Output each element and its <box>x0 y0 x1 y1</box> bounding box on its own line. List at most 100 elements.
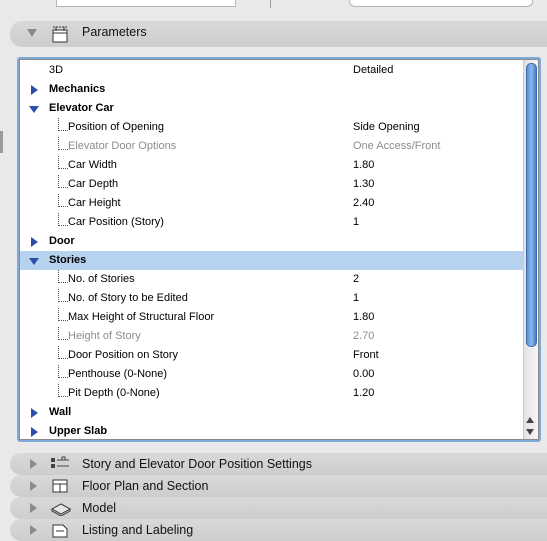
tree-connector <box>58 118 68 131</box>
tree-connector <box>58 270 68 283</box>
tree-connector <box>58 156 68 169</box>
top-popup-field[interactable] <box>349 0 533 7</box>
section-header-1[interactable]: Story and Elevator Door Position Setting… <box>10 453 547 475</box>
tree-connector <box>58 194 68 207</box>
tree-connector <box>58 289 68 302</box>
tree-connector <box>58 308 68 321</box>
scrollbar-thumb[interactable] <box>526 63 537 347</box>
section-header-4[interactable]: Listing and Labeling <box>10 519 547 541</box>
param-value[interactable]: 1.80 <box>353 159 374 171</box>
param-group-row[interactable]: Door <box>20 232 524 251</box>
param-row[interactable]: Penthouse (0-None) 0.00 <box>20 365 524 384</box>
param-row[interactable]: 3D Detailed <box>20 61 524 80</box>
param-name: Position of Opening <box>68 121 165 133</box>
param-row[interactable]: Max Height of Structural Floor 1.80 <box>20 308 524 327</box>
tree-connector <box>58 384 68 397</box>
listing-icon <box>50 522 68 538</box>
disclosure-closed-icon[interactable] <box>31 85 38 95</box>
tree-connector <box>58 327 68 340</box>
param-value[interactable]: Front <box>353 349 379 361</box>
param-name: No. of Stories <box>68 273 135 285</box>
param-name: Mechanics <box>49 83 106 95</box>
param-group-row[interactable]: Stories <box>20 251 524 270</box>
param-row[interactable]: No. of Stories 2 <box>20 270 524 289</box>
tree-connector <box>58 137 68 150</box>
expand-triangle-icon[interactable] <box>30 459 37 469</box>
param-value[interactable]: 1.20 <box>353 387 374 399</box>
param-group-row[interactable]: Upper Slab <box>20 422 524 439</box>
param-name: 3D <box>49 64 64 76</box>
disclosure-closed-icon[interactable] <box>31 427 38 437</box>
scroll-up-arrow-icon[interactable] <box>526 417 534 423</box>
story-settings-icon <box>50 456 69 472</box>
param-value[interactable]: 2.40 <box>353 197 374 209</box>
param-name: Car Position (Story) <box>68 216 164 228</box>
param-name: Penthouse (0-None) <box>68 368 168 380</box>
param-value[interactable]: 0.00 <box>353 368 374 380</box>
expand-triangle-icon[interactable] <box>30 481 37 491</box>
top-input-field[interactable] <box>56 0 236 7</box>
param-value[interactable]: 2 <box>353 273 359 285</box>
section-header-2[interactable]: Floor Plan and Section <box>10 475 547 497</box>
parameters-section-header[interactable]: Parameters <box>10 21 547 47</box>
param-name: Elevator Car <box>49 102 114 114</box>
param-name: Stories <box>49 254 87 266</box>
tree-connector <box>58 213 68 226</box>
param-row[interactable]: No. of Story to be Edited 1 <box>20 289 524 308</box>
parameters-title: Parameters <box>82 25 147 39</box>
model-icon <box>50 500 72 517</box>
param-name: Car Width <box>68 159 117 171</box>
section-title: Model <box>82 501 117 515</box>
param-value: 2.70 <box>353 330 375 342</box>
section-title: Listing and Labeling <box>82 523 194 537</box>
divider <box>270 0 271 8</box>
param-row[interactable]: Elevator Door Options One Access/Front <box>20 137 524 156</box>
section-title: Story and Elevator Door Position Setting… <box>82 457 312 471</box>
vertical-scrollbar[interactable] <box>523 60 538 439</box>
param-name: Height of Story <box>68 330 141 342</box>
param-name: Door Position on Story <box>68 349 179 361</box>
collapse-triangle-icon[interactable] <box>27 29 37 37</box>
param-group-row[interactable]: Wall <box>20 403 524 422</box>
section-title: Floor Plan and Section <box>82 479 209 493</box>
section-header-3[interactable]: Model <box>10 497 547 519</box>
param-name: Elevator Door Options <box>68 140 177 152</box>
param-value[interactable]: 1.30 <box>353 178 374 190</box>
expand-triangle-icon[interactable] <box>30 525 37 535</box>
param-value[interactable]: 1 <box>353 292 359 304</box>
param-row[interactable]: Height of Story 2.70 <box>20 327 524 346</box>
disclosure-open-icon[interactable] <box>29 106 39 113</box>
param-value: One Access/Front <box>353 140 441 152</box>
param-row[interactable]: Car Depth 1.30 <box>20 175 524 194</box>
disclosure-open-icon[interactable] <box>29 258 39 265</box>
scroll-down-arrow-icon[interactable] <box>526 429 534 435</box>
param-value[interactable]: Detailed <box>353 64 393 76</box>
param-value[interactable]: Side Opening <box>353 121 420 133</box>
param-value[interactable]: 1.80 <box>353 311 374 323</box>
param-name: Upper Slab <box>49 425 108 437</box>
param-group-row[interactable]: Mechanics <box>20 80 524 99</box>
disclosure-closed-icon[interactable] <box>31 408 38 418</box>
param-name: Wall <box>49 406 72 418</box>
param-row[interactable]: Car Height 2.40 <box>20 194 524 213</box>
param-name: Car Height <box>68 197 121 209</box>
param-name: No. of Story to be Edited <box>68 292 188 304</box>
window-edge <box>0 131 3 153</box>
parameters-icon <box>50 26 68 43</box>
param-name: Car Depth <box>68 178 119 190</box>
param-row[interactable]: Door Position on Story Front <box>20 346 524 365</box>
disclosure-closed-icon[interactable] <box>31 237 38 247</box>
param-row[interactable]: Car Width 1.80 <box>20 156 524 175</box>
floor-plan-icon <box>50 478 68 494</box>
param-row[interactable]: Pit Depth (0-None) 1.20 <box>20 384 524 403</box>
param-value[interactable]: 1 <box>353 216 359 228</box>
tree-connector <box>58 365 68 378</box>
parameter-list[interactable]: 3D Detailed Mechanics Elevator Car Position … <box>19 59 539 440</box>
param-row[interactable]: Position of Opening Side Opening <box>20 118 524 137</box>
param-name: Max Height of Structural Floor <box>68 311 215 323</box>
tree-connector <box>58 175 68 188</box>
param-row[interactable]: Car Position (Story) 1 <box>20 213 524 232</box>
expand-triangle-icon[interactable] <box>30 503 37 513</box>
param-name: Pit Depth (0-None) <box>68 387 160 399</box>
param-group-row[interactable]: Elevator Car <box>20 99 524 118</box>
